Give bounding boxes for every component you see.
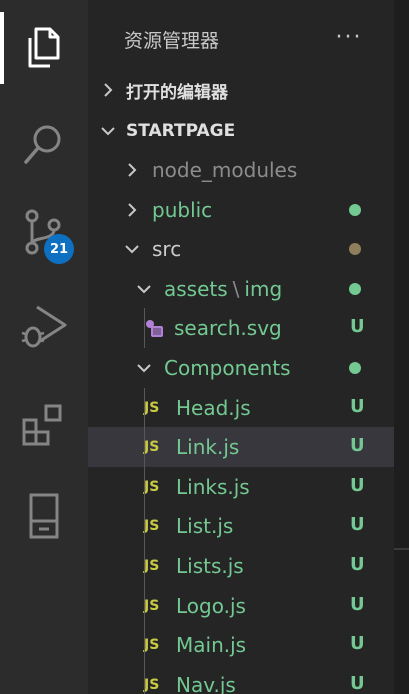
source-control-badge: 21 — [44, 234, 74, 264]
path-separator: \ — [232, 276, 240, 301]
git-untracked-badge: U — [350, 435, 365, 457]
run-debug-icon — [21, 305, 67, 348]
git-untracked-badge: U — [350, 514, 365, 536]
extensions-button[interactable] — [0, 388, 88, 460]
tree-item-label-tail: img — [244, 276, 283, 301]
run-debug-button[interactable] — [0, 290, 88, 362]
git-untracked-badge: U — [350, 633, 365, 655]
more-actions-icon[interactable]: ··· — [334, 22, 364, 52]
explorer-sidebar: 资源管理器 ··· 打开的编辑器 STARTPAGE node_modulesp… — [88, 0, 394, 694]
chevron-right-icon — [104, 83, 113, 97]
tree-file[interactable]: JS Head.js U — [88, 388, 394, 428]
explorer-icon — [28, 27, 60, 68]
git-untracked-badge: U — [350, 474, 365, 496]
indent-guide — [144, 387, 145, 694]
sidebar-title: 资源管理器 — [124, 30, 220, 52]
chevron-right-icon — [128, 163, 137, 177]
editor-edge — [394, 0, 409, 694]
extensions-icon — [22, 404, 62, 446]
activity-bar: 21 — [0, 0, 88, 694]
js-file-icon: JS — [144, 558, 160, 574]
js-file-icon: JS — [144, 399, 160, 416]
explorer-button[interactable] — [0, 12, 88, 84]
git-untracked-badge: U — [350, 395, 365, 417]
tree-folder[interactable]: public — [88, 190, 394, 230]
remote-explorer-icon — [29, 493, 59, 539]
tree-file[interactable]: search.svg U — [88, 308, 394, 348]
indent-guide — [144, 308, 145, 348]
tree-item-label: public — [152, 197, 213, 222]
tree-item-label: Logo.js — [176, 593, 246, 618]
search-icon — [24, 125, 61, 164]
tree-file[interactable]: JS Logo.js U — [88, 586, 394, 626]
tree-item-label: Nav.js — [176, 672, 236, 694]
chevron-down-icon — [137, 285, 151, 294]
open-editors-header[interactable]: 打开的编辑器 — [88, 70, 394, 110]
tree-item-label: node_modules — [152, 158, 298, 182]
git-untracked-badge: U — [350, 593, 365, 615]
git-status-dot — [349, 282, 361, 295]
tree-item-label: Head.js — [176, 395, 251, 420]
js-file-icon: JS — [144, 597, 160, 614]
tree-folder[interactable]: assets \ img — [88, 269, 394, 309]
tree-item-label: List.js — [176, 514, 234, 539]
vscode-window: 21 资源管理器 ··· 打开的编辑器 STARTPAGE node_modul… — [0, 0, 409, 694]
chevron-down-icon — [125, 245, 139, 254]
editor-divider — [394, 548, 409, 550]
js-file-icon: JS — [144, 439, 160, 456]
tree-folder[interactable]: src — [88, 229, 394, 269]
chevron-down-icon — [137, 364, 151, 373]
js-file-icon: JS — [144, 637, 160, 654]
tree-item-label: Links.js — [176, 474, 250, 499]
chevron-down-icon — [101, 127, 115, 136]
chevron-right-icon — [128, 202, 137, 217]
tree-file[interactable]: JS Links.js U — [88, 467, 394, 507]
tree-file[interactable]: JS List.js U — [88, 506, 394, 546]
workspace-label: STARTPAGE — [126, 121, 236, 141]
remote-explorer-button[interactable] — [0, 480, 88, 552]
git-status-dot — [349, 243, 361, 256]
svg-file-icon — [146, 320, 163, 338]
tree-file[interactable]: JS Nav.js U — [88, 665, 394, 694]
workspace-header[interactable]: STARTPAGE — [88, 111, 394, 151]
source-control-button[interactable]: 21 — [0, 196, 88, 268]
tree-item-label: src — [152, 237, 182, 262]
js-file-icon: JS — [144, 518, 160, 535]
tree-file[interactable]: JS Lists.js U — [88, 546, 394, 586]
tree-folder[interactable]: Components — [88, 348, 394, 388]
js-file-icon: JS — [144, 478, 160, 495]
tree-item-label: search.svg — [174, 316, 282, 341]
git-untracked-badge: U — [350, 672, 365, 694]
tree-item-label: Lists.js — [176, 554, 244, 578]
tree-item-label: Components — [164, 356, 291, 380]
tree-item-label: Main.js — [176, 633, 247, 658]
git-status-dot — [349, 362, 361, 374]
search-button[interactable] — [0, 108, 88, 180]
git-untracked-badge: U — [350, 554, 365, 575]
tree-item-label: assets — [164, 276, 228, 301]
tree-file[interactable]: JS Main.js U — [88, 625, 394, 665]
git-untracked-badge: U — [350, 316, 365, 338]
git-status-dot — [349, 203, 361, 216]
tree-file[interactable]: JS Link.js U — [88, 427, 394, 468]
tree-folder[interactable]: node_modules — [88, 150, 394, 190]
open-editors-label: 打开的编辑器 — [126, 82, 228, 103]
tree-item-label: Link.js — [176, 435, 240, 460]
js-file-icon: JS — [144, 676, 160, 693]
